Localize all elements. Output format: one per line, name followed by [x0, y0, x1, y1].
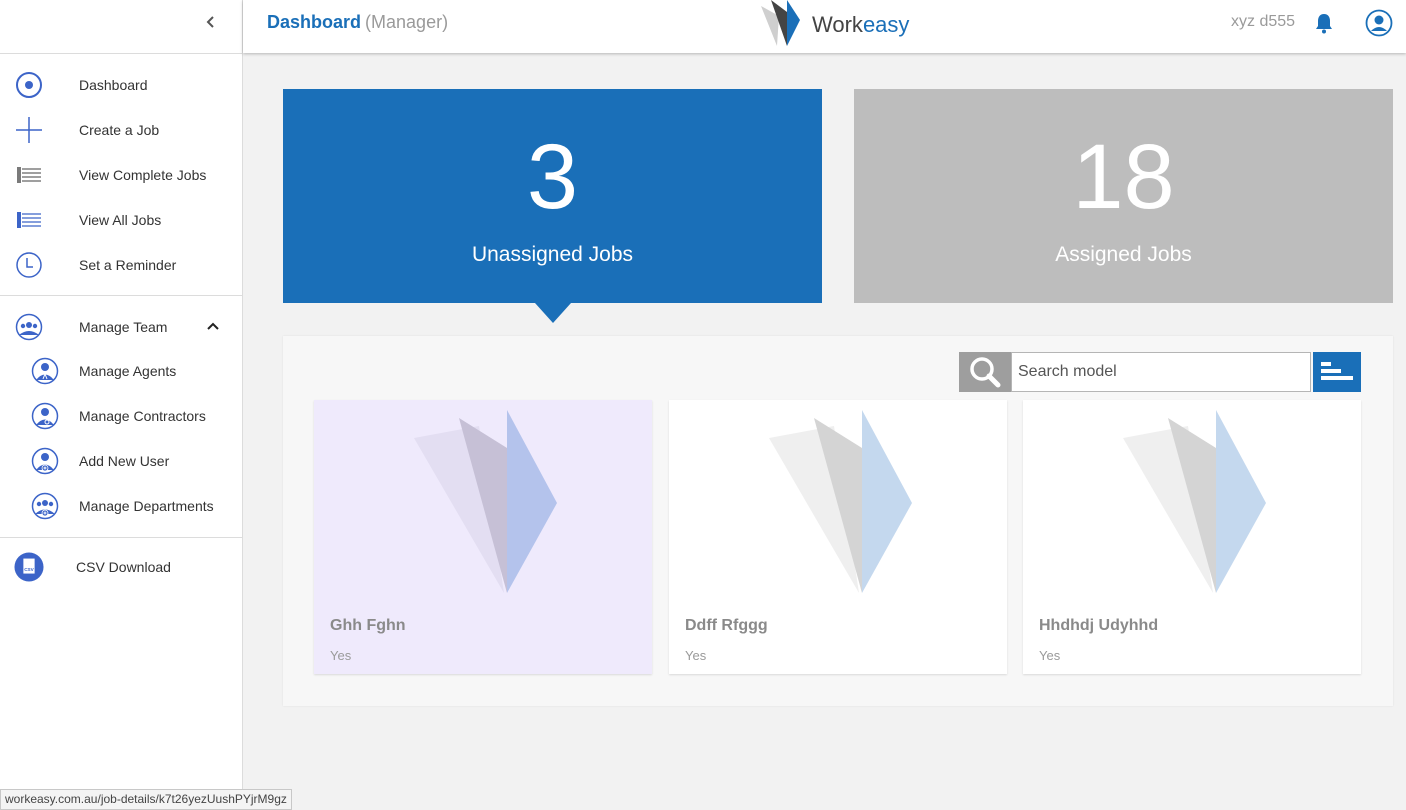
csv-icon-text: CSV — [24, 567, 34, 572]
job-card[interactable]: Ghh Fghn Yes — [314, 400, 652, 674]
search-button[interactable] — [959, 352, 1011, 392]
agent-icon — [30, 356, 60, 386]
plus-icon — [14, 115, 44, 145]
sidebar-item-label: Dashboard — [79, 77, 148, 93]
workeasy-logo[interactable]: Workeasy — [757, 0, 917, 50]
sidebar-collapse-row — [0, 0, 242, 54]
account-circle-icon — [1365, 9, 1393, 37]
list-icon — [14, 160, 44, 190]
sidebar-divider — [0, 537, 242, 538]
sort-bars-icon — [1321, 362, 1353, 380]
sort-button[interactable] — [1313, 352, 1361, 392]
logo-text: Workeasy — [812, 12, 910, 37]
logo-mark-icon — [761, 0, 800, 46]
job-placeholder-icon — [769, 410, 912, 593]
sidebar-item-label: Manage Team — [79, 319, 168, 335]
notifications-button[interactable] — [1312, 11, 1336, 35]
page-title: Dashboard — [267, 12, 362, 32]
sidebar-item-label: Manage Departments — [79, 498, 214, 514]
sidebar-item-dashboard[interactable]: Dashboard — [0, 65, 242, 105]
sidebar-item-label: Create a Job — [79, 122, 160, 138]
breadcrumb: Dashboard (Manager) — [267, 12, 448, 33]
sidebar-item-manage-agents[interactable]: Manage Agents — [0, 351, 242, 391]
team-icon — [14, 312, 44, 342]
sidebar-item-csv-download[interactable]: CSV CSV Download — [0, 547, 242, 587]
job-name: Hhdhdj Udyhhd — [1039, 617, 1159, 634]
assigned-jobs-count: 18 — [1072, 126, 1175, 228]
job-placeholder-icon — [1123, 410, 1266, 593]
sidebar-item-label: Manage Agents — [79, 363, 177, 379]
job-status: Yes — [330, 648, 352, 663]
sidebar-item-view-complete-jobs[interactable]: View Complete Jobs — [0, 155, 242, 195]
job-name: Ddff Rfggg — [685, 617, 768, 634]
top-header: Dashboard (Manager) Workeasy xyz d555 — [243, 0, 1406, 53]
bell-icon — [1316, 14, 1332, 34]
job-placeholder-icon — [414, 410, 557, 593]
active-card-pointer — [535, 303, 571, 323]
sidebar-item-label: Add New User — [79, 453, 170, 469]
job-card[interactable]: Hhdhdj Udyhhd Yes — [1023, 400, 1361, 674]
user-role: (Manager) — [365, 12, 449, 32]
sidebar-item-label: Manage Contractors — [79, 408, 206, 424]
sidebar-item-set-reminder[interactable]: Set a Reminder — [0, 245, 242, 285]
job-status: Yes — [685, 648, 707, 663]
unassigned-jobs-label: Unassigned Jobs — [471, 243, 634, 266]
sidebar-item-label: CSV Download — [76, 559, 171, 575]
sidebar-divider — [0, 295, 242, 296]
sidebar-item-label: View Complete Jobs — [79, 167, 207, 183]
chevron-up-icon[interactable] — [206, 321, 220, 331]
sidebar-item-manage-team[interactable]: Manage Team — [0, 307, 242, 347]
list-icon — [14, 205, 44, 235]
job-status: Yes — [1039, 648, 1061, 663]
sidebar-item-add-new-user[interactable]: Add New User — [0, 441, 242, 481]
search-icon — [970, 357, 1001, 388]
unassigned-jobs-card[interactable]: 3 Unassigned Jobs — [283, 89, 822, 303]
job-name: Ghh Fghn — [330, 617, 406, 634]
unassigned-jobs-count: 3 — [526, 126, 579, 228]
assigned-jobs-label: Assigned Jobs — [1055, 243, 1192, 266]
collapse-sidebar-button[interactable] — [199, 10, 223, 34]
sidebar-item-create-job[interactable]: Create a Job — [0, 110, 242, 150]
contractor-icon — [30, 401, 60, 431]
departments-icon — [30, 491, 60, 521]
csv-file-icon: CSV — [14, 552, 44, 582]
browser-status-bar: workeasy.com.au/job-details/k7t26yezUush… — [0, 789, 292, 810]
sidebar-item-label: View All Jobs — [79, 212, 162, 228]
sidebar-item-label: Set a Reminder — [79, 257, 177, 273]
target-icon — [14, 70, 44, 100]
sidebar: Dashboard Create a Job View Complete Job… — [0, 0, 243, 810]
chevron-left-icon — [206, 16, 214, 28]
search-input[interactable] — [1011, 352, 1311, 392]
user-name: xyz d555 — [1231, 13, 1296, 30]
sidebar-item-manage-contractors[interactable]: Manage Contractors — [0, 396, 242, 436]
clock-icon — [14, 250, 44, 280]
add-user-icon — [30, 446, 60, 476]
account-button[interactable] — [1365, 9, 1393, 37]
assigned-jobs-card[interactable]: 18 Assigned Jobs — [854, 89, 1393, 303]
sidebar-item-manage-departments[interactable]: Manage Departments — [0, 486, 242, 526]
jobs-panel: Ghh Fghn Yes Ddff Rfggg Yes Hhdhdj Udyhh… — [283, 336, 1393, 706]
sidebar-item-view-all-jobs[interactable]: View All Jobs — [0, 200, 242, 240]
job-card[interactable]: Ddff Rfggg Yes — [669, 400, 1007, 674]
